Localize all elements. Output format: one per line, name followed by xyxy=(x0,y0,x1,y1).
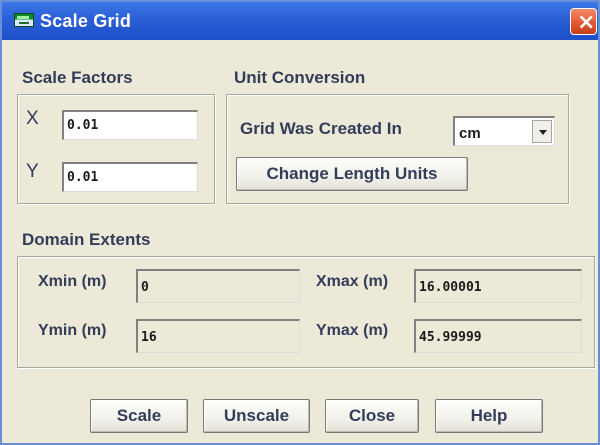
grid-created-in-label: Grid Was Created In xyxy=(240,119,402,138)
chevron-down-icon[interactable] xyxy=(532,120,552,143)
change-length-units-button[interactable]: Change Length Units xyxy=(236,157,468,191)
grid-unit-dropdown[interactable]: cm xyxy=(453,116,555,146)
close-window-button[interactable]: × xyxy=(570,8,597,35)
app-icon xyxy=(14,13,34,27)
title-bar[interactable]: Scale Grid × xyxy=(2,2,598,40)
window-title: Scale Grid xyxy=(40,11,132,31)
scale-button[interactable]: Scale xyxy=(90,399,188,433)
unscale-button[interactable]: Unscale xyxy=(203,399,310,433)
scale-grid-dialog: Scale Grid × Scale Factors X 0.01 Y 0.01… xyxy=(0,0,600,445)
x-factor-label: X xyxy=(26,108,39,129)
xmax-label: Xmax (m) xyxy=(316,273,389,290)
domain-extents-label: Domain Extents xyxy=(22,230,151,249)
y-factor-label: Y xyxy=(26,161,39,182)
grid-unit-value: cm xyxy=(459,125,481,142)
ymax-field: 45.99999 xyxy=(414,319,582,353)
close-icon: × xyxy=(577,10,596,35)
xmin-field: 0 xyxy=(136,269,300,303)
close-button[interactable]: Close xyxy=(325,399,419,433)
scale-factors-label: Scale Factors xyxy=(22,68,133,87)
y-factor-field[interactable]: 0.01 xyxy=(62,162,198,192)
unit-conversion-label: Unit Conversion xyxy=(234,68,366,87)
x-factor-field[interactable]: 0.01 xyxy=(62,110,198,140)
ymin-label: Ymin (m) xyxy=(38,322,107,339)
xmin-label: Xmin (m) xyxy=(38,273,107,290)
ymax-label: Ymax (m) xyxy=(316,322,389,339)
xmax-field: 16.00001 xyxy=(414,269,582,303)
ymin-field: 16 xyxy=(136,319,300,353)
help-button[interactable]: Help xyxy=(435,399,543,433)
